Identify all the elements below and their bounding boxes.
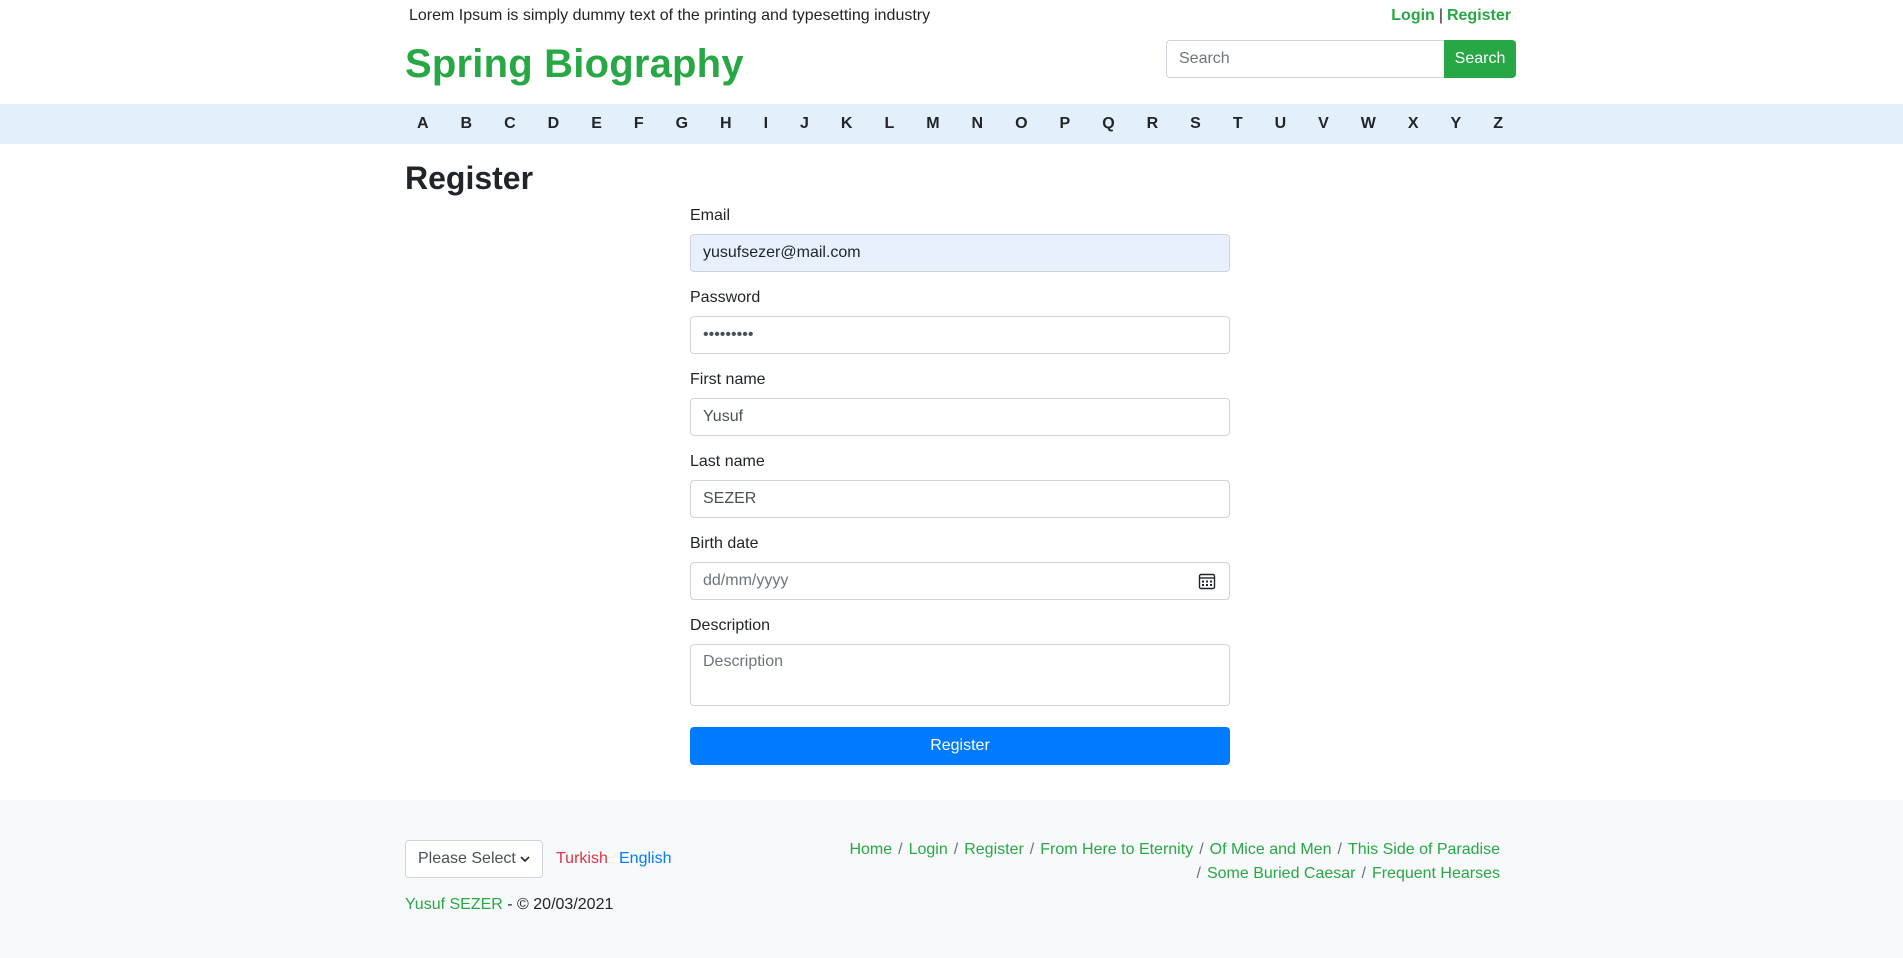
alphabet-letter-r[interactable]: R: [1147, 115, 1159, 133]
footer-link[interactable]: From Here to Eternity: [1040, 841, 1193, 858]
alphabet-letter-c[interactable]: C: [504, 115, 516, 133]
footer-links: Home / Login / Register / From Here to Eternit…: [800, 838, 1500, 886]
description-group: Description: [690, 616, 1230, 711]
footer-link[interactable]: Some Buried Caesar: [1207, 865, 1356, 882]
copyright: Yusuf SEZER - © 20/03/2021: [405, 896, 613, 914]
password-field[interactable]: [690, 316, 1230, 354]
alphabet-nav: A B C D E F G H I J K L M N O P Q R S T U V W X Y Z: [0, 104, 1903, 144]
auth-separator: |: [1438, 7, 1443, 24]
alphabet-letter-i[interactable]: I: [764, 115, 768, 133]
footer-link[interactable]: Home: [849, 841, 892, 858]
chevron-down-icon: [520, 856, 530, 863]
alphabet-letter-v[interactable]: V: [1318, 115, 1329, 133]
breadcrumb-separator: /: [953, 841, 959, 858]
alphabet-letter-k[interactable]: K: [841, 115, 853, 133]
password-group: Password: [690, 288, 1230, 354]
birth-date-label: Birth date: [690, 535, 759, 552]
alphabet-letter-u[interactable]: U: [1275, 115, 1287, 133]
author-link[interactable]: Yusuf SEZER: [405, 896, 503, 913]
alphabet-letter-n[interactable]: N: [972, 115, 984, 133]
first-name-field[interactable]: [690, 398, 1230, 436]
footer-links-row1: Home / Login / Register / From Here to Eternit…: [800, 838, 1500, 862]
last-name-field[interactable]: [690, 480, 1230, 518]
login-link[interactable]: Login: [1391, 7, 1435, 24]
alphabet-letter-j[interactable]: J: [800, 115, 809, 133]
language-select-value: Please Select: [418, 850, 516, 867]
birth-date-wrapper: [690, 562, 1230, 600]
language-select[interactable]: Please Select: [405, 840, 543, 878]
alphabet-letter-h[interactable]: H: [720, 115, 732, 133]
birth-date-group: Birth date: [690, 534, 1230, 600]
breadcrumb-separator: /: [1199, 841, 1204, 858]
footer: Please Select Turkish English Yusuf SEZE…: [0, 800, 1903, 958]
email-group: Email: [690, 206, 1230, 272]
last-name-label: Last name: [690, 453, 765, 470]
page-title: Register: [405, 160, 534, 196]
alphabet-letter-e[interactable]: E: [591, 115, 602, 133]
alphabet-letter-s[interactable]: S: [1190, 115, 1201, 133]
language-turkish-link[interactable]: Turkish: [556, 850, 608, 868]
description-label: Description: [690, 617, 771, 634]
tagline: Lorem Ipsum is simply dummy text of the …: [409, 7, 931, 24]
footer-link[interactable]: Of Mice and Men: [1210, 841, 1332, 858]
search-button[interactable]: Search: [1444, 40, 1516, 78]
breadcrumb-separator: /: [1196, 865, 1201, 882]
alphabet-letter-o[interactable]: O: [1015, 115, 1027, 133]
register-form: Email Password First name Last name Birt…: [690, 206, 1230, 765]
password-label: Password: [690, 289, 761, 306]
site-brand[interactable]: Spring Biography: [405, 42, 744, 87]
alphabet-letter-x[interactable]: X: [1408, 115, 1419, 133]
alphabet-letter-t[interactable]: T: [1233, 115, 1243, 133]
footer-link[interactable]: Register: [964, 841, 1024, 858]
first-name-label: First name: [690, 371, 766, 388]
alphabet-letter-z[interactable]: Z: [1493, 115, 1503, 133]
language-english-link[interactable]: English: [619, 850, 671, 868]
footer-links-row2: / Some Buried Caesar / Frequent Hearses: [800, 862, 1500, 886]
alphabet-letter-p[interactable]: P: [1060, 115, 1071, 133]
auth-links: Login | Register: [1391, 7, 1511, 25]
search-input[interactable]: [1166, 40, 1444, 78]
calendar-icon[interactable]: [1198, 572, 1216, 590]
alphabet-letter-y[interactable]: Y: [1451, 115, 1462, 133]
copyright-text: - © 20/03/2021: [502, 896, 614, 913]
first-name-group: First name: [690, 370, 1230, 436]
alphabet-list: A B C D E F G H I J K L M N O P Q R S T U V W X Y Z: [405, 104, 1515, 144]
search-form: Search: [1166, 40, 1516, 78]
register-link[interactable]: Register: [1447, 7, 1511, 24]
footer-link[interactable]: Frequent Hearses: [1372, 865, 1500, 882]
description-field[interactable]: [690, 644, 1230, 706]
alphabet-letter-w[interactable]: W: [1361, 115, 1376, 133]
last-name-group: Last name: [690, 452, 1230, 518]
alphabet-letter-f[interactable]: F: [634, 115, 644, 133]
email-label: Email: [690, 207, 731, 224]
alphabet-letter-g[interactable]: G: [676, 115, 688, 133]
breadcrumb-separator: /: [1029, 841, 1035, 858]
birth-date-field[interactable]: [690, 562, 1230, 600]
register-button[interactable]: Register: [690, 727, 1230, 765]
alphabet-letter-d[interactable]: D: [548, 115, 560, 133]
email-field[interactable]: [690, 234, 1230, 272]
breadcrumb-separator: /: [898, 841, 903, 858]
alphabet-letter-q[interactable]: Q: [1102, 115, 1114, 133]
alphabet-letter-a[interactable]: A: [417, 115, 429, 133]
breadcrumb-separator: /: [1337, 841, 1342, 858]
footer-link[interactable]: This Side of Paradise: [1348, 841, 1500, 858]
alphabet-letter-m[interactable]: M: [926, 115, 939, 133]
breadcrumb-separator: /: [1361, 865, 1366, 882]
alphabet-letter-l[interactable]: L: [884, 115, 894, 133]
top-bar: Lorem Ipsum is simply dummy text of the …: [405, 0, 1515, 34]
alphabet-letter-b[interactable]: B: [461, 115, 473, 133]
footer-link[interactable]: Login: [909, 841, 948, 858]
